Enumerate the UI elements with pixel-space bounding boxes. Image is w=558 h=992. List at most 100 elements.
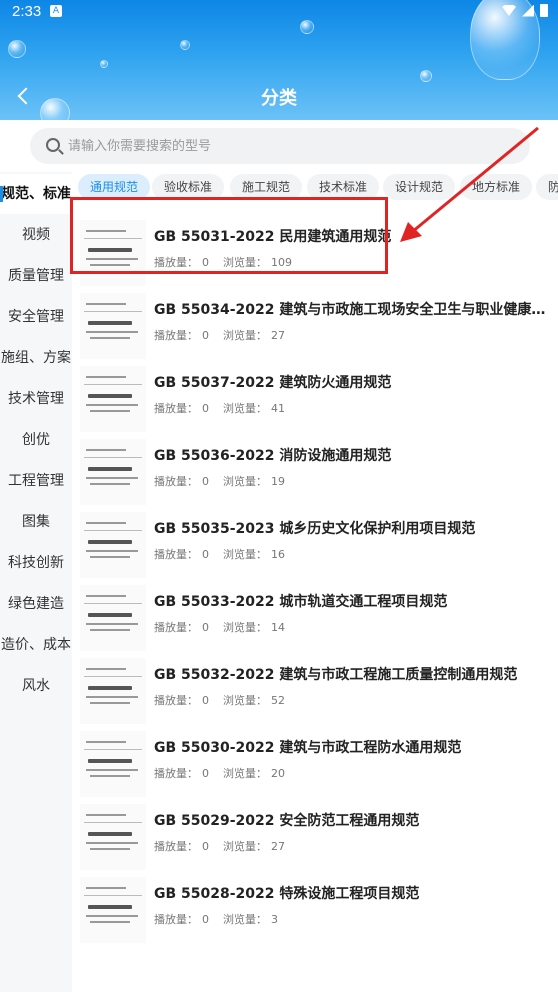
cover-text-line (90, 629, 130, 631)
status-bar: 2:33 A (0, 0, 558, 24)
document-title: GB 55033-2022 城市轨道交通工程项目规范 (154, 594, 448, 610)
category-tab[interactable]: 技术标准 (307, 174, 380, 200)
document-list-item[interactable]: GB 55034-2022 建筑与市政施工现场安全卫生与职业健康通用规范 播放量：… (72, 289, 558, 362)
battery-icon (540, 4, 548, 17)
view-count: 27 (271, 840, 285, 853)
search-input[interactable] (68, 128, 508, 164)
play-count-label: 播放量： (154, 548, 198, 561)
cover-text-line (86, 623, 138, 625)
view-count: 41 (271, 402, 285, 415)
water-drop-decoration (180, 40, 190, 50)
document-list-item[interactable]: GB 55031-2022 民用建筑通用规范 播放量： 0 浏览量： 109 (72, 216, 558, 289)
cover-text-line (88, 321, 132, 325)
cover-text-line (86, 477, 138, 479)
view-count-label: 浏览量： (223, 475, 267, 488)
search-icon (46, 138, 60, 152)
category-tab[interactable]: 施工规范 (230, 174, 303, 200)
category-tab[interactable]: 地方标准 (460, 174, 533, 200)
play-count: 0 (202, 548, 209, 561)
document-list-item[interactable]: GB 55037-2022 建筑防火通用规范 播放量： 0 浏览量： 41 (72, 362, 558, 435)
sidebar-item[interactable]: 造价、成本 (0, 625, 72, 665)
view-count: 14 (271, 621, 285, 634)
sidebar-item[interactable]: 视频 (0, 215, 72, 255)
view-count: 27 (271, 329, 285, 342)
document-title: GB 55036-2022 消防设施通用规范 (154, 448, 392, 464)
document-list-item[interactable]: GB 55030-2022 建筑与市政工程防水通用规范 播放量： 0 浏览量： 20 (72, 727, 558, 800)
document-list-item[interactable]: GB 55036-2022 消防设施通用规范 播放量： 0 浏览量： 19 (72, 435, 558, 508)
category-tab[interactable]: 设计规范 (383, 174, 456, 200)
cover-text-line (88, 467, 132, 471)
view-count: 16 (271, 548, 285, 561)
document-list-item[interactable]: GB 55033-2022 城市轨道交通工程项目规范 播放量： 0 浏览量： 14 (72, 581, 558, 654)
view-count-label: 浏览量： (223, 913, 267, 926)
cover-text-line (86, 404, 138, 406)
document-cover-thumbnail (80, 366, 146, 432)
view-count-label: 浏览量： (223, 694, 267, 707)
document-list-item[interactable]: GB 55032-2022 建筑与市政工程施工质量控制通用规范 播放量： 0 浏览量：… (72, 654, 558, 727)
cover-text-line (88, 394, 132, 398)
cover-text-line (90, 921, 130, 923)
cover-text-line (90, 410, 130, 412)
document-stats: 播放量： 0 浏览量： 27 (154, 327, 289, 343)
document-list-item[interactable]: GB 55029-2022 安全防范工程通用规范 播放量： 0 浏览量： 27 (72, 800, 558, 873)
sidebar-item[interactable]: 施组、方案 (0, 338, 72, 378)
view-count-label: 浏览量： (223, 329, 267, 342)
sidebar-item[interactable]: 工程管理 (0, 461, 72, 501)
cover-text-line (84, 384, 142, 385)
sidebar-item[interactable]: 技术管理 (0, 379, 72, 419)
view-count-label: 浏览量： (223, 402, 267, 415)
document-stats: 播放量： 0 浏览量： 3 (154, 911, 282, 927)
search-bar-container (0, 120, 558, 172)
document-cover-thumbnail (80, 731, 146, 797)
cover-text-line (86, 303, 126, 305)
sidebar-item[interactable]: 创优 (0, 420, 72, 460)
document-stats: 播放量： 0 浏览量： 41 (154, 400, 289, 416)
play-count-label: 播放量： (154, 840, 198, 853)
sidebar-item[interactable]: 质量管理 (0, 256, 72, 296)
document-cover-thumbnail (80, 877, 146, 943)
cover-text-line (84, 822, 142, 823)
document-title: GB 55028-2022 特殊设施工程项目规范 (154, 886, 420, 902)
play-count: 0 (202, 767, 209, 780)
cover-text-line (86, 696, 138, 698)
cover-text-line (84, 238, 142, 239)
cover-text-line (88, 248, 132, 252)
cover-text-line (86, 258, 138, 260)
play-count-label: 播放量： (154, 913, 198, 926)
document-title: GB 55034-2022 建筑与市政施工现场安全卫生与职业健康通用规范 (154, 302, 554, 318)
view-count-label: 浏览量： (223, 548, 267, 561)
play-count: 0 (202, 840, 209, 853)
sidebar-item[interactable]: 规范、标准 (0, 174, 72, 214)
cover-text-line (86, 376, 126, 378)
cover-text-line (86, 595, 126, 597)
play-count: 0 (202, 329, 209, 342)
view-count: 3 (271, 913, 278, 926)
play-count-label: 播放量： (154, 694, 198, 707)
sidebar-item[interactable]: 安全管理 (0, 297, 72, 337)
view-count: 20 (271, 767, 285, 780)
notification-a-icon: A (50, 5, 62, 17)
play-count: 0 (202, 694, 209, 707)
category-tab[interactable]: 通用规范 (78, 174, 151, 200)
cover-text-line (86, 230, 126, 232)
document-list-item[interactable]: GB 55028-2022 特殊设施工程项目规范 播放量： 0 浏览量： 3 (72, 873, 558, 946)
cover-text-line (90, 264, 130, 266)
document-list-item[interactable]: GB 55035-2023 城乡历史文化保护利用项目规范 播放量： 0 浏览量： 16 (72, 508, 558, 581)
play-count-label: 播放量： (154, 329, 198, 342)
cover-text-line (90, 556, 130, 558)
search-box[interactable] (30, 128, 530, 164)
document-cover-thumbnail (80, 512, 146, 578)
document-cover-thumbnail (80, 293, 146, 359)
cover-text-line (90, 483, 130, 485)
sidebar-item[interactable]: 绿色建造 (0, 584, 72, 624)
document-cover-thumbnail (80, 658, 146, 724)
water-drop-decoration (420, 70, 432, 82)
sidebar-item[interactable]: 科技创新 (0, 543, 72, 583)
play-count-label: 播放量： (154, 621, 198, 634)
document-stats: 播放量： 0 浏览量： 27 (154, 838, 289, 854)
sidebar-item[interactable]: 图集 (0, 502, 72, 542)
sidebar-item[interactable]: 风水 (0, 666, 72, 706)
cover-text-line (86, 449, 126, 451)
category-tab[interactable]: 验收标准 (152, 174, 225, 200)
category-tab[interactable]: 防 (536, 174, 558, 200)
